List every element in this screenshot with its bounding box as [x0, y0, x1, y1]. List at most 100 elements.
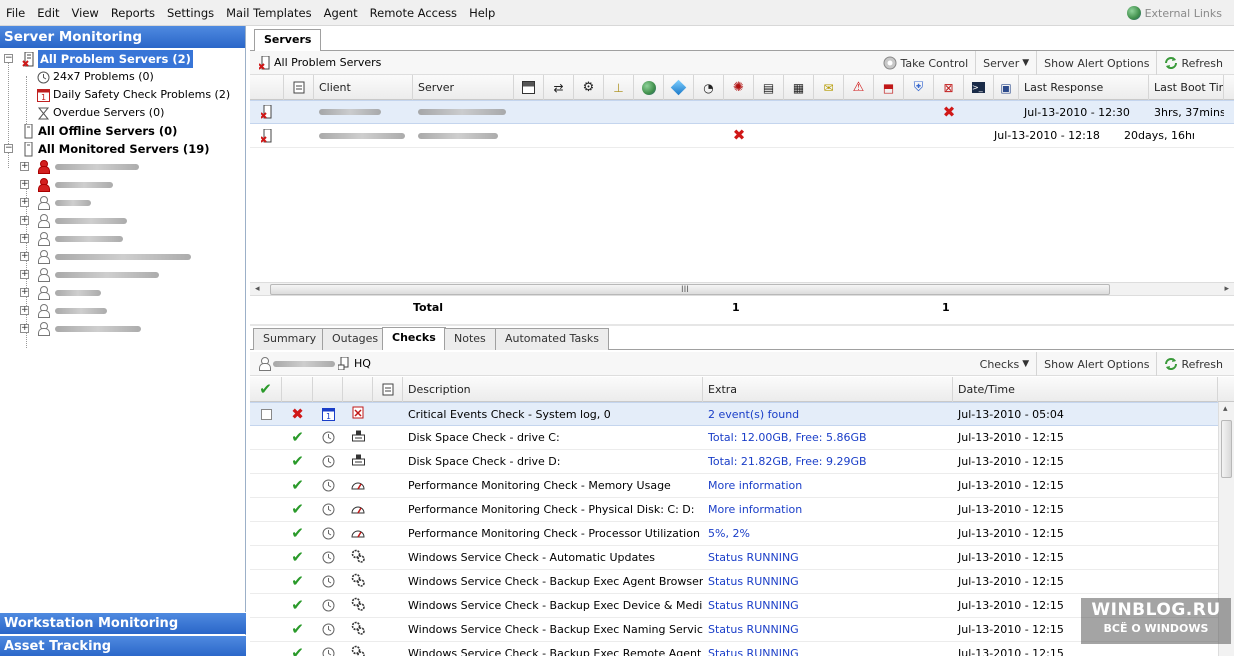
col-check-events[interactable]: ⚠: [844, 75, 874, 100]
expand-icon[interactable]: +: [20, 252, 29, 261]
check-extra-link[interactable]: Status RUNNING: [703, 618, 953, 642]
tree-all-monitored-servers[interactable]: − All Monitored Servers (19): [0, 140, 245, 158]
col-check-web[interactable]: [634, 75, 664, 100]
tree-client-node[interactable]: +: [0, 176, 245, 194]
tree-client-node[interactable]: +: [0, 194, 245, 212]
expand-icon[interactable]: +: [20, 288, 29, 297]
col-check-type[interactable]: [343, 377, 373, 402]
tree-client-node[interactable]: +: [0, 284, 245, 302]
collapse-icon[interactable]: −: [4, 54, 13, 63]
col-check-services[interactable]: ⚙: [574, 75, 604, 100]
expand-icon[interactable]: +: [20, 216, 29, 225]
col-check-remote[interactable]: ▣: [994, 75, 1019, 100]
scrollbar-thumb[interactable]: III: [270, 284, 1110, 295]
check-row[interactable]: ✔ Windows Service Check - Backup Exec Age…: [250, 570, 1234, 594]
check-row[interactable]: ✖ 1 Critical Events Check - System log, 0 2…: [250, 402, 1234, 426]
check-extra-link[interactable]: Status RUNNING: [703, 570, 953, 594]
tree-24x7-problems[interactable]: 24x7 Problems (0): [0, 68, 245, 86]
tab-automated-tasks[interactable]: Automated Tasks: [495, 328, 610, 350]
server-row[interactable]: ✖ Jul-13-2010 - 12:30 3hrs, 37mins ag: [250, 100, 1234, 124]
tree-client-node[interactable]: +: [0, 320, 245, 338]
tree-client-node[interactable]: +: [0, 158, 245, 176]
server-row[interactable]: ✖ Jul-13-2010 - 12:18 20days, 16hrs,: [250, 124, 1234, 148]
col-client[interactable]: Client: [314, 75, 413, 100]
server-dropdown-button[interactable]: Server ▼: [975, 51, 1036, 75]
col-extra[interactable]: Extra: [703, 377, 953, 402]
check-row[interactable]: ✔ Performance Monitoring Check - Memory U…: [250, 474, 1234, 498]
tab-summary[interactable]: Summary: [253, 328, 327, 350]
check-extra-link[interactable]: Total: 12.00GB, Free: 5.86GB: [703, 426, 953, 450]
check-row[interactable]: ✔ Performance Monitoring Check - Physical…: [250, 498, 1234, 522]
tree-client-node[interactable]: +: [0, 266, 245, 284]
col-check-backup[interactable]: [664, 75, 694, 100]
servers-horizontal-scrollbar[interactable]: ◂ III ▸: [250, 282, 1234, 296]
col-check-hardware[interactable]: ⬒: [874, 75, 904, 100]
col-check-eventlog[interactable]: ⊠: [934, 75, 964, 100]
expand-icon[interactable]: +: [20, 306, 29, 315]
col-check-disk[interactable]: [514, 75, 544, 100]
menu-file[interactable]: File: [0, 0, 31, 26]
collapse-icon[interactable]: −: [4, 144, 13, 153]
col-last-response[interactable]: Last Response: [1019, 75, 1149, 100]
col-last-boot[interactable]: Last Boot Time: [1149, 75, 1224, 100]
check-row[interactable]: ✔ Windows Service Check - Automatic Updat…: [250, 546, 1234, 570]
refresh-button[interactable]: Refresh: [1156, 352, 1230, 376]
tree-client-node[interactable]: +: [0, 212, 245, 230]
scroll-right-arrow-icon[interactable]: ▸: [1224, 284, 1229, 294]
server-monitoring-header[interactable]: Server Monitoring: [0, 26, 245, 48]
expand-icon[interactable]: +: [20, 198, 29, 207]
col-status[interactable]: [250, 75, 284, 100]
check-extra-link[interactable]: More information: [703, 474, 953, 498]
scroll-left-arrow-icon[interactable]: ◂: [255, 284, 260, 294]
checks-dropdown-button[interactable]: Checks ▼: [973, 352, 1037, 376]
col-check-performance[interactable]: ◔: [694, 75, 724, 100]
col-notes[interactable]: [373, 377, 403, 402]
tree-client-node[interactable]: +: [0, 230, 245, 248]
col-check-exchange[interactable]: ✉: [814, 75, 844, 100]
menu-settings[interactable]: Settings: [161, 0, 220, 26]
check-extra-link[interactable]: More information: [703, 498, 953, 522]
col-server[interactable]: Server: [413, 75, 514, 100]
check-row[interactable]: ✔ Disk Space Check - drive C: Total: 12.00…: [250, 426, 1234, 450]
take-control-button[interactable]: Take Control: [876, 51, 975, 75]
col-check-log[interactable]: ▤: [754, 75, 784, 100]
col-check-antivirus[interactable]: ✺: [724, 75, 754, 100]
menu-edit[interactable]: Edit: [31, 0, 65, 26]
col-description[interactable]: Description: [403, 377, 703, 402]
show-alert-options-button[interactable]: Show Alert Options: [1036, 51, 1156, 75]
check-extra-link[interactable]: Status RUNNING: [703, 546, 953, 570]
tree-daily-safety-check[interactable]: 1 Daily Safety Check Problems (2): [0, 86, 245, 104]
external-links-button[interactable]: External Links: [1126, 0, 1222, 26]
workstation-monitoring-header[interactable]: Workstation Monitoring: [0, 612, 246, 634]
check-row[interactable]: ✔ Disk Space Check - drive D: Total: 21.82…: [250, 450, 1234, 474]
menu-help[interactable]: Help: [463, 0, 501, 26]
tab-servers[interactable]: Servers: [254, 29, 322, 52]
menu-remote-access[interactable]: Remote Access: [364, 0, 463, 26]
check-extra-link[interactable]: 5%, 2%: [703, 522, 953, 546]
expand-icon[interactable]: +: [20, 324, 29, 333]
tree-client-node[interactable]: +: [0, 248, 245, 266]
col-type[interactable]: [282, 377, 313, 402]
failed-check-icon[interactable]: ✖: [943, 104, 956, 120]
tree-all-offline-servers[interactable]: All Offline Servers (0): [0, 122, 245, 140]
col-check-schedule[interactable]: ▦: [784, 75, 814, 100]
check-extra-link[interactable]: Status RUNNING: [703, 594, 953, 618]
tree-all-problem-servers[interactable]: − All Problem Servers (2): [0, 50, 245, 68]
menu-reports[interactable]: Reports: [105, 0, 161, 26]
check-extra-link[interactable]: Status RUNNING: [703, 642, 953, 656]
tab-outages[interactable]: Outages: [322, 328, 389, 350]
col-check-transfer[interactable]: ⇄: [544, 75, 574, 100]
menu-agent[interactable]: Agent: [318, 0, 364, 26]
scroll-up-arrow-icon[interactable]: ▴: [1223, 404, 1228, 414]
expand-icon[interactable]: +: [20, 162, 29, 171]
menu-view[interactable]: View: [66, 0, 105, 26]
asset-tracking-header[interactable]: Asset Tracking: [0, 635, 246, 656]
tree-overdue-servers[interactable]: Overdue Servers (0): [0, 104, 245, 122]
check-row[interactable]: ✔ Performance Monitoring Check - Processo…: [250, 522, 1234, 546]
expand-icon[interactable]: +: [20, 180, 29, 189]
col-check-tools[interactable]: ⊥: [604, 75, 634, 100]
col-check-script[interactable]: >_: [964, 75, 994, 100]
check-extra-link[interactable]: 2 event(s) found: [703, 402, 953, 426]
col-status[interactable]: ✔: [250, 377, 282, 402]
check-row[interactable]: ✔ Windows Service Check - Backup Exec Rem…: [250, 642, 1234, 656]
